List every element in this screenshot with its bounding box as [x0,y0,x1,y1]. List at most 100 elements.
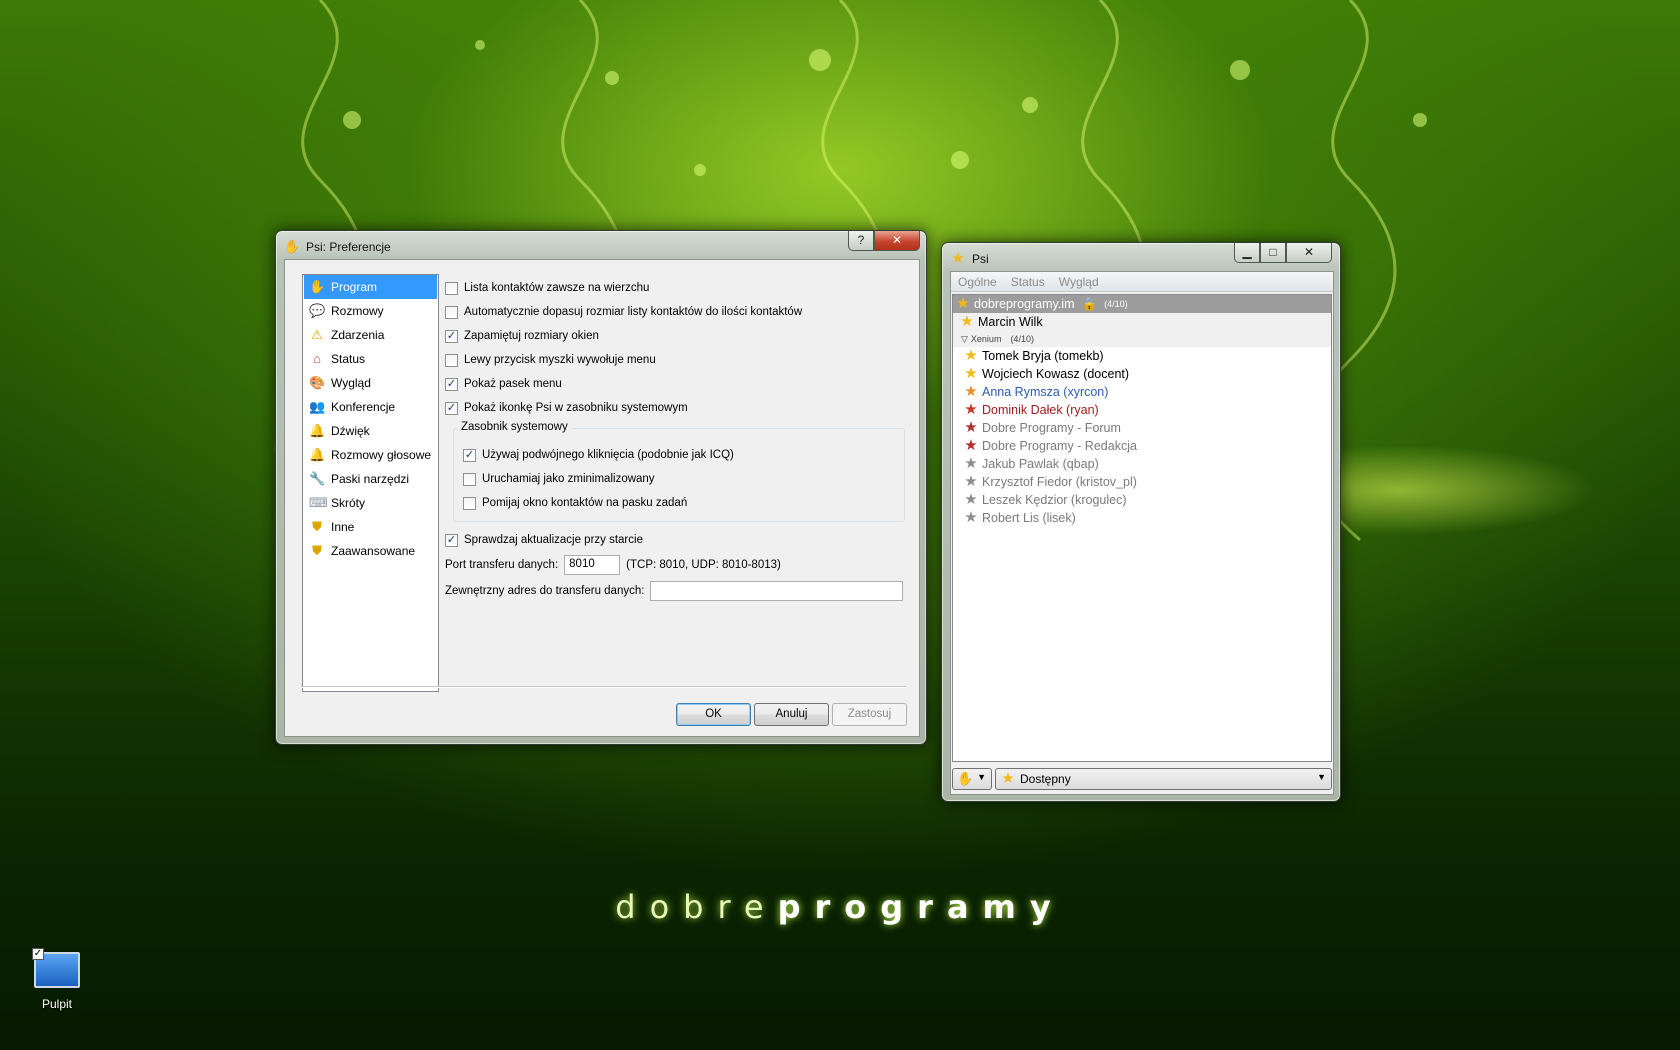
checkbox[interactable]: ✓ [445,533,458,547]
psi-hand-icon: ✋ [957,771,974,786]
contact-row[interactable]: ★ Dobre Programy - Forum [953,419,1331,437]
contact-name: Anna Rymsza (xyrcon) [982,385,1109,399]
option-label: Uruchamiaj jako zminimalizowany [482,473,655,485]
unknown-status-icon: ★ [964,419,978,436]
nav-item-konferencje[interactable]: 👥 Konferencje [304,395,437,419]
minimize-button[interactable]: ▁ [1234,243,1260,263]
close-button[interactable]: ✕ [1286,243,1332,263]
nav-item-paski-narzedzi[interactable]: 🔧 Paski narzędzi [304,467,437,491]
status-value: Dostępny [1020,772,1071,786]
status-select[interactable]: ★ Dostępny ▼ [995,768,1332,790]
option-row[interactable]: ✓ Pokaż pasek menu [445,372,905,396]
nav-label: Skróty [331,496,366,510]
people-icon: 👥 [309,399,326,414]
menu-status[interactable]: Status [1004,272,1052,291]
psi-roster-window: ★ Psi ▁ □ ✕ Ogólne Status Wygląd ★ dobre… [941,242,1341,802]
nav-item-program[interactable]: ✋ Program [304,275,437,299]
online-star-icon: ★ [956,295,970,312]
option-row[interactable]: ✓ Używaj podwójnego kliknięcia (podobnie … [463,443,904,467]
nav-item-zdarzenia[interactable]: ⚠ Zdarzenia [304,323,437,347]
program-options: Lista kontaktów zawsze na wierzchu Autom… [445,276,905,604]
maximize-button[interactable]: □ [1260,243,1286,263]
group-label: Zasobnik systemowy [457,421,572,433]
contact-row[interactable]: ★ Tomek Bryja (tomekb) [953,347,1331,365]
contact-name: Dobre Programy - Forum [982,421,1121,435]
nav-item-wyglad[interactable]: 🎨 Wygląd [304,371,437,395]
ok-button[interactable]: OK [676,703,751,726]
updates-option-row[interactable]: ✓ Sprawdzaj aktualizacje przy starcie [445,528,905,552]
group-expand-icon: ▽ [961,333,968,344]
checkbox[interactable] [445,281,458,295]
contact-row[interactable]: ★ Anna Rymsza (xyrcon) [953,383,1331,401]
port-input[interactable]: 8010 [564,555,621,575]
nav-item-rozmowy[interactable]: 💬 Rozmowy [304,299,437,323]
self-contact-name: Marcin Wilk [978,315,1043,329]
external-address-row: Zewnętrzny adres do transferu danych: [445,578,905,604]
close-button[interactable]: ✕ [874,231,920,251]
port-hint: (TCP: 8010, UDP: 8010-8013) [626,559,781,571]
option-row[interactable]: Lewy przycisk myszki wywołuje menu [445,348,905,372]
contact-row[interactable]: ★ Wojciech Kowasz (docent) [953,365,1331,383]
title-bar[interactable]: ★ Psi [950,249,988,269]
apply-button[interactable]: Zastosuj [832,703,907,726]
option-row[interactable]: Lista kontaktów zawsze na wierzchu [445,276,905,300]
contact-row[interactable]: ★ Dominik Dałek (ryan) [953,401,1331,419]
self-contact-row[interactable]: ★ Marcin Wilk [953,313,1331,331]
checkbox[interactable] [445,305,458,319]
contacts-container: ★ Tomek Bryja (tomekb) ★ Wojciech Kowasz (d… [953,347,1331,527]
roster-client: Ogólne Status Wygląd ★ dobreprogramy.im … [950,271,1334,795]
option-label: Lista kontaktów zawsze na wierzchu [464,282,650,294]
house-icon: ⌂ [313,351,321,366]
nav-item-skroty[interactable]: ⌨ Skróty [304,491,437,515]
menu-ogolne[interactable]: Ogólne [951,272,1004,291]
contact-row[interactable]: ★ Jakub Pawlak (qbap) [953,455,1331,473]
online-star-icon: ★ [964,365,978,382]
tray-groupbox: Zasobnik systemowy ✓ Używaj podwójnego kl… [453,421,905,522]
contact-name: Tomek Bryja (tomekb) [982,349,1104,363]
external-address-label: Zewnętrzny adres do transferu danych: [445,585,645,597]
checkbox[interactable]: ✓ [463,448,476,462]
status-bar: ✋ ▼ ★ Dostępny ▼ [952,768,1332,792]
nav-item-zaawansowane[interactable]: ⛊ Zaawansowane [304,539,437,563]
account-row[interactable]: ★ dobreprogramy.im 🔒 (4/10) [953,295,1331,313]
checkbox[interactable]: ✓ [445,401,458,415]
contact-row[interactable]: ★ Leszek Kędzior (krogulec) [953,491,1331,509]
option-row[interactable]: Pomijaj okno kontaktów na pasku zadań [463,491,904,515]
speech-bubble-icon: 💬 [309,303,326,318]
external-address-input[interactable] [650,581,904,601]
checkbox[interactable]: ✓ [445,377,458,391]
group-name: Xenium [970,334,1002,344]
contact-name: Robert Lis (lisek) [982,511,1076,525]
option-row[interactable]: Uruchamiaj jako zminimalizowany [463,467,904,491]
checkbox[interactable] [463,496,476,510]
online-star-icon: ★ [964,347,978,364]
psi-hand-icon: ✋ [284,239,301,254]
brand-light: dobre [615,888,778,926]
nav-item-status[interactable]: ⌂ Status [304,347,437,371]
contact-row[interactable]: ★ Robert Lis (lisek) [953,509,1331,527]
title-bar[interactable]: ✋ Psi: Preferencje [284,237,391,257]
option-row[interactable]: Automatycznie dopasuj rozmiar listy kont… [445,300,905,324]
checkbox[interactable]: ✓ [445,329,458,343]
group-row-xenium[interactable]: ▽ Xenium (4/10) [953,331,1331,347]
option-label: Zapamiętuj rozmiary okien [464,330,599,342]
contact-name: Wojciech Kowasz (docent) [982,367,1130,381]
menu-bar: Ogólne Status Wygląd [951,272,1333,292]
nav-item-dzwiek[interactable]: 🔔 Dźwięk [304,419,437,443]
help-button[interactable]: ? [848,231,874,251]
cancel-button[interactable]: Anuluj [754,703,829,726]
nav-label: Wygląd [331,376,371,390]
nav-label: Inne [331,520,355,534]
option-row[interactable]: ✓ Pokaż ikonkę Psi w zasobniku systemowym [445,396,905,420]
nav-item-inne[interactable]: ⛊ Inne [304,515,437,539]
contact-row[interactable]: ★ Krzysztof Fiedor (kristov_pl) [953,473,1331,491]
checkbox[interactable] [463,472,476,486]
desktop-icon-pulpit[interactable]: ✓ Pulpit [22,948,92,1011]
option-row[interactable]: ✓ Zapamiętuj rozmiary okien [445,324,905,348]
contact-row[interactable]: ★ Dobre Programy - Redakcja [953,437,1331,455]
menu-wyglad[interactable]: Wygląd [1052,272,1106,291]
warning-icon: ⚠ [311,327,323,342]
checkbox[interactable] [445,353,458,367]
psi-menu-button[interactable]: ✋ ▼ [952,768,992,790]
nav-item-rozmowy-glosowe[interactable]: 🔔 Rozmowy głosowe [304,443,437,467]
